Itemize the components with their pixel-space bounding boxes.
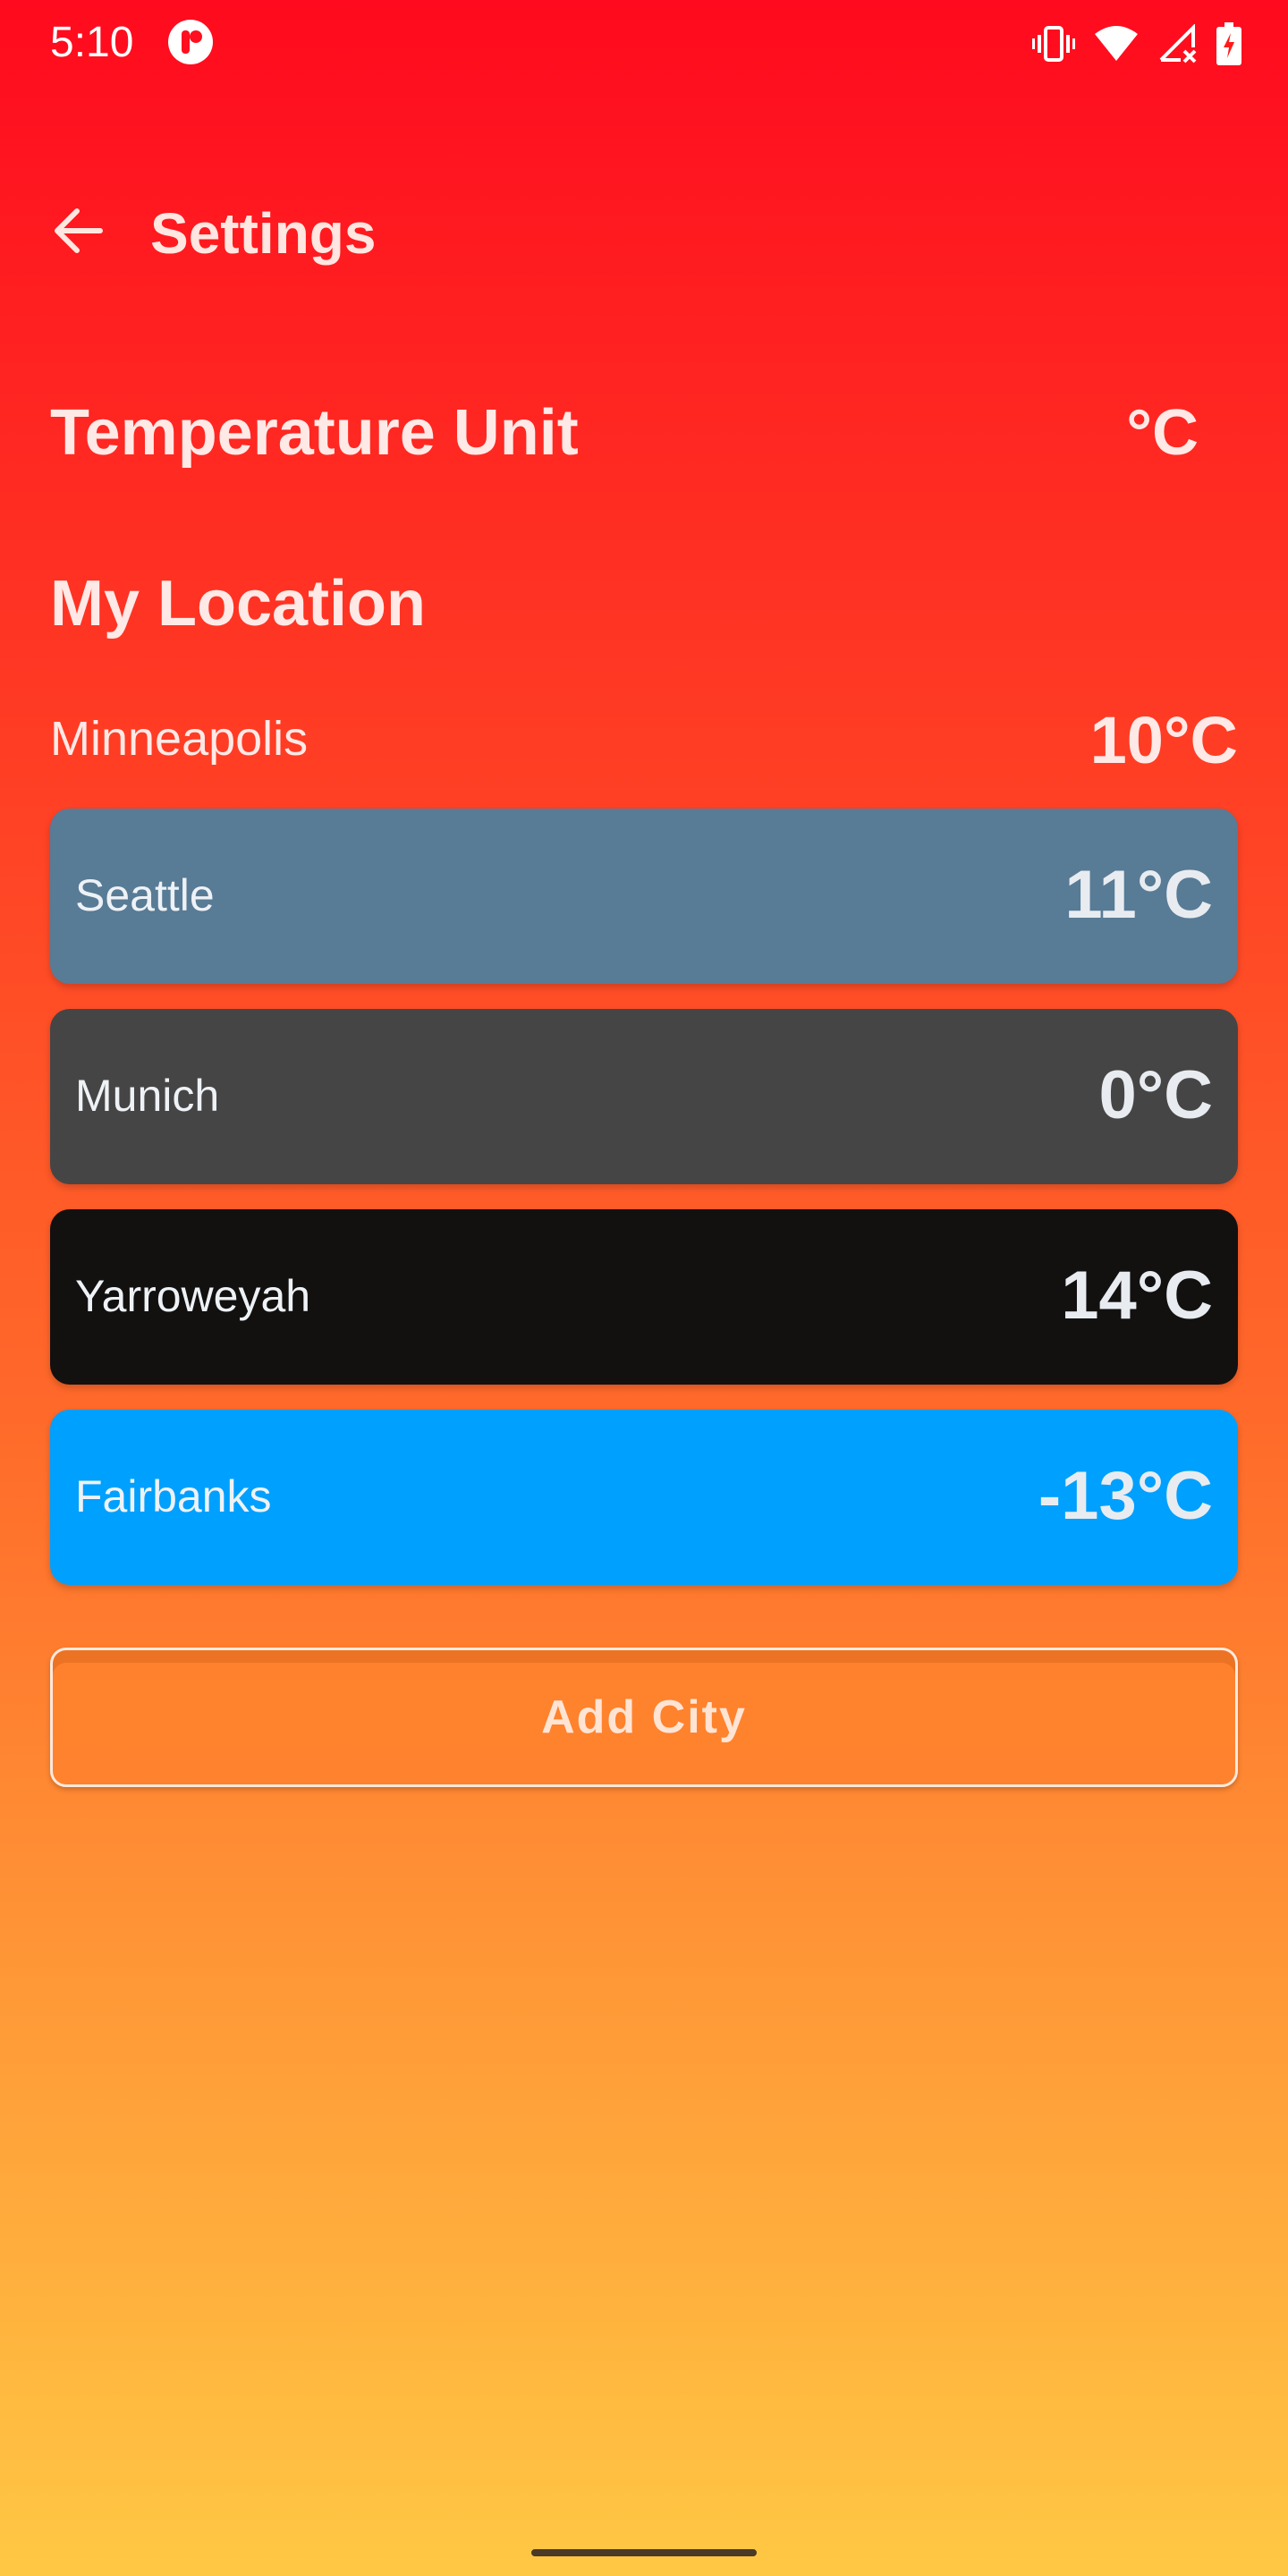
city-card-yarroweyah[interactable]: Yarroweyah 14°C bbox=[50, 1209, 1238, 1385]
no-signal-icon bbox=[1157, 24, 1199, 64]
app-notification-icon bbox=[166, 18, 215, 66]
arrow-left-icon bbox=[50, 206, 104, 260]
city-name: Fairbanks bbox=[75, 1471, 272, 1521]
city-name: Seattle bbox=[75, 870, 215, 920]
my-location-city: Minneapolis bbox=[50, 712, 309, 766]
vibrate-icon bbox=[1032, 24, 1075, 64]
city-temperature: 11°C bbox=[1064, 857, 1213, 933]
city-card-munich[interactable]: Munich 0°C bbox=[50, 1009, 1238, 1184]
my-location-row[interactable]: Minneapolis 10°C bbox=[50, 698, 1238, 787]
gesture-navigation-bar[interactable] bbox=[531, 2549, 757, 2556]
temperature-unit-row: Temperature Unit °C bbox=[50, 390, 1238, 476]
back-button[interactable] bbox=[41, 197, 113, 268]
my-location-temperature: 10°C bbox=[1089, 703, 1238, 777]
status-bar: 5:10 bbox=[0, 0, 1288, 86]
app-bar: Settings bbox=[0, 179, 1288, 286]
settings-screen: 5:10 Settings Temperature Unit °C My Loc… bbox=[0, 0, 1288, 2576]
city-temperature: 0°C bbox=[1098, 1057, 1213, 1133]
wifi-icon bbox=[1093, 25, 1140, 63]
city-name: Munich bbox=[75, 1071, 220, 1121]
city-card-seattle[interactable]: Seattle 11°C bbox=[50, 809, 1238, 984]
temperature-unit-toggle[interactable]: °C bbox=[1126, 397, 1199, 469]
add-city-label: Add City bbox=[541, 1691, 747, 1743]
status-icons bbox=[1032, 20, 1241, 68]
battery-charging-icon bbox=[1216, 22, 1241, 65]
city-temperature: -13°C bbox=[1038, 1458, 1213, 1534]
city-card-fairbanks[interactable]: Fairbanks -13°C bbox=[50, 1410, 1238, 1585]
temperature-unit-label: Temperature Unit bbox=[50, 397, 579, 469]
city-list: Seattle 11°C Munich 0°C Yarroweyah 14°C … bbox=[50, 809, 1238, 1610]
my-location-heading: My Location bbox=[50, 568, 427, 640]
status-time: 5:10 bbox=[50, 19, 134, 66]
city-name: Yarroweyah bbox=[75, 1271, 311, 1321]
page-title: Settings bbox=[150, 201, 377, 266]
city-temperature: 14°C bbox=[1061, 1258, 1213, 1334]
add-city-button[interactable]: Add City bbox=[50, 1648, 1238, 1787]
